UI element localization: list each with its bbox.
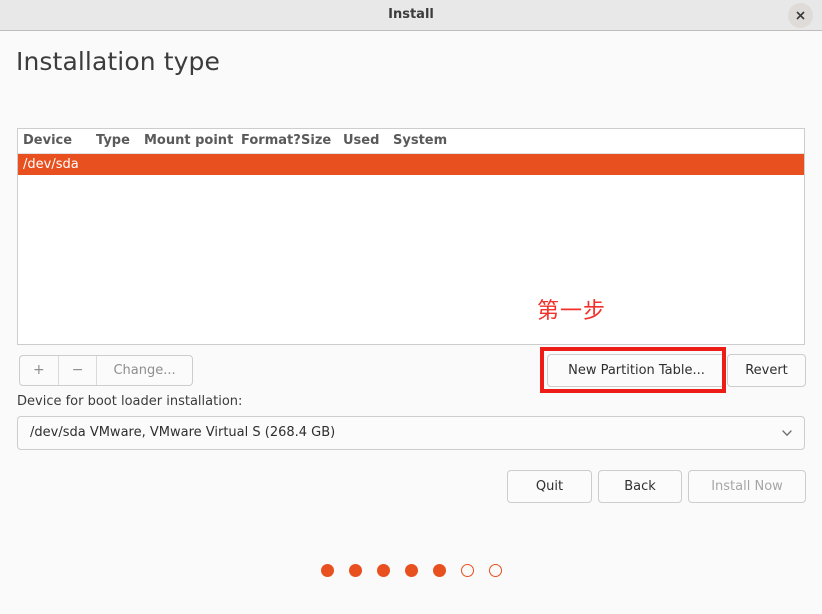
progress-dots [0,563,822,577]
chevron-down-icon [780,426,794,444]
close-glyph [796,11,805,20]
annotation-step-label: 第一步 [537,299,607,324]
progress-dot-4 [404,563,418,577]
partition-table-panel: Device Type Mount point Format? Size Use… [17,128,805,345]
progress-dot-2 [348,563,362,577]
column-header-type: Type [96,129,144,154]
cell-format [241,153,301,175]
column-header-size: Size [301,129,343,154]
column-header-mount-point: Mount point [144,129,241,154]
progress-dot-6 [460,563,474,577]
remove-partition-button[interactable]: − [59,356,98,385]
new-partition-table-button[interactable]: New Partition Table... [547,354,726,387]
column-header-format: Format? [241,129,301,154]
add-partition-button[interactable]: + [20,356,59,385]
cell-device: /dev/sda [18,153,96,175]
quit-button[interactable]: Quit [507,470,592,503]
progress-dot-1 [320,563,334,577]
progress-dot-7 [488,563,502,577]
cell-type [96,153,144,175]
progress-dot-3 [376,563,390,577]
cell-system [393,153,804,175]
back-button[interactable]: Back [598,470,682,503]
install-now-button[interactable]: Install Now [688,470,806,503]
change-partition-button[interactable]: Change... [97,356,191,385]
column-header-device: Device [18,129,96,154]
table-header-row: Device Type Mount point Format? Size Use… [18,129,804,154]
close-icon[interactable] [788,3,813,28]
partition-edit-button-group: + − Change... [19,355,193,386]
cell-used [343,153,393,175]
bootloader-device-select[interactable]: /dev/sda VMware, VMware Virtual S (268.4… [17,416,805,450]
revert-button[interactable]: Revert [727,354,806,387]
window-title: Install [388,7,434,22]
bootloader-selected-value: /dev/sda VMware, VMware Virtual S (268.4… [30,425,336,440]
table-row[interactable]: /dev/sda [18,153,804,175]
column-header-system: System [393,129,804,154]
window-titlebar: Install [0,0,822,31]
progress-dot-5 [432,563,446,577]
bootloader-label: Device for boot loader installation: [17,394,243,409]
page-title: Installation type [16,47,220,76]
cell-mount-point [144,153,241,175]
partition-table: Device Type Mount point Format? Size Use… [18,129,804,175]
cell-size [301,153,343,175]
column-header-used: Used [343,129,393,154]
